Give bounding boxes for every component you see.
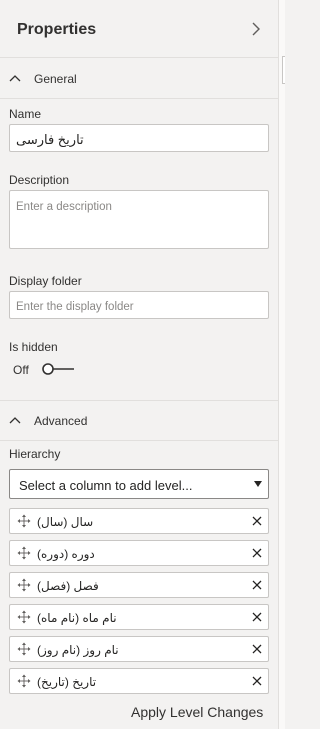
pane-title: Properties bbox=[17, 21, 97, 38]
general-section-toggle[interactable]: General bbox=[0, 59, 279, 99]
display-folder-field[interactable]: Enter the display folder bbox=[9, 291, 269, 319]
chevron-up-icon bbox=[9, 75, 21, 82]
chevron-up-icon bbox=[9, 417, 21, 424]
close-icon[interactable] bbox=[252, 644, 262, 654]
drag-handle-icon[interactable] bbox=[17, 578, 31, 592]
close-icon[interactable] bbox=[252, 548, 262, 558]
name-field[interactable]: تاریخ فارسی bbox=[9, 124, 269, 152]
hierarchy-level-name: (سال (سال bbox=[37, 515, 94, 529]
close-icon[interactable] bbox=[252, 612, 262, 622]
hierarchy-level-name: (دوره (دوره bbox=[37, 547, 95, 561]
description-field[interactable]: Enter a description bbox=[9, 190, 269, 249]
add-level-dropdown-text: Select a column to add level... bbox=[19, 478, 193, 493]
advanced-section-toggle[interactable]: Advanced bbox=[0, 401, 279, 441]
drag-handle-icon[interactable] bbox=[17, 514, 31, 528]
close-icon[interactable] bbox=[252, 516, 262, 526]
hierarchy-level-item[interactable]: (سال (سال bbox=[9, 508, 269, 534]
is-hidden-toggle[interactable] bbox=[41, 362, 75, 376]
name-label: Name bbox=[9, 107, 42, 121]
general-section-label: General bbox=[34, 72, 77, 86]
hierarchy-level-item[interactable]: (فصل (فصل bbox=[9, 572, 269, 598]
drag-handle-icon[interactable] bbox=[17, 546, 31, 560]
toggle-state-label: Off bbox=[13, 363, 29, 377]
hierarchy-level-item[interactable]: (تاریخ (تاریخ bbox=[9, 668, 269, 694]
drag-handle-icon[interactable] bbox=[17, 642, 31, 656]
drag-handle-icon[interactable] bbox=[17, 674, 31, 688]
close-icon[interactable] bbox=[252, 580, 262, 590]
pane-header: Properties bbox=[0, 0, 279, 58]
hierarchy-level-item[interactable]: (دوره (دوره bbox=[9, 540, 269, 566]
scrollbar-track[interactable] bbox=[279, 0, 285, 729]
caret-down-icon bbox=[254, 481, 262, 487]
close-icon[interactable] bbox=[252, 676, 262, 686]
hierarchy-level-name: (تاریخ (تاریخ bbox=[37, 675, 97, 689]
hierarchy-level-item[interactable]: (نام روز (نام روز bbox=[9, 636, 269, 662]
add-level-dropdown[interactable]: Select a column to add level... bbox=[9, 469, 269, 499]
scrollbar-thumb[interactable] bbox=[282, 56, 285, 84]
chevron-right-icon[interactable] bbox=[249, 20, 263, 38]
apply-level-changes-button[interactable]: Apply Level Changes bbox=[131, 704, 263, 720]
advanced-section-label: Advanced bbox=[34, 414, 88, 428]
hierarchy-level-name: (نام روز (نام روز bbox=[37, 643, 119, 657]
hierarchy-label: Hierarchy bbox=[9, 447, 61, 461]
description-placeholder: Enter a description bbox=[16, 201, 112, 213]
drag-handle-icon[interactable] bbox=[17, 610, 31, 624]
hierarchy-level-name: (فصل (فصل bbox=[37, 579, 99, 593]
hierarchy-level-name: (نام ماه (نام ماه bbox=[37, 611, 117, 625]
description-label: Description bbox=[9, 173, 70, 187]
properties-pane: Properties General Name تاریخ فارسی Desc… bbox=[0, 0, 279, 729]
display-folder-placeholder: Enter the display folder bbox=[16, 301, 134, 313]
is-hidden-label: Is hidden bbox=[9, 340, 58, 354]
hierarchy-level-item[interactable]: (نام ماه (نام ماه bbox=[9, 604, 269, 630]
display-folder-label: Display folder bbox=[9, 274, 82, 288]
